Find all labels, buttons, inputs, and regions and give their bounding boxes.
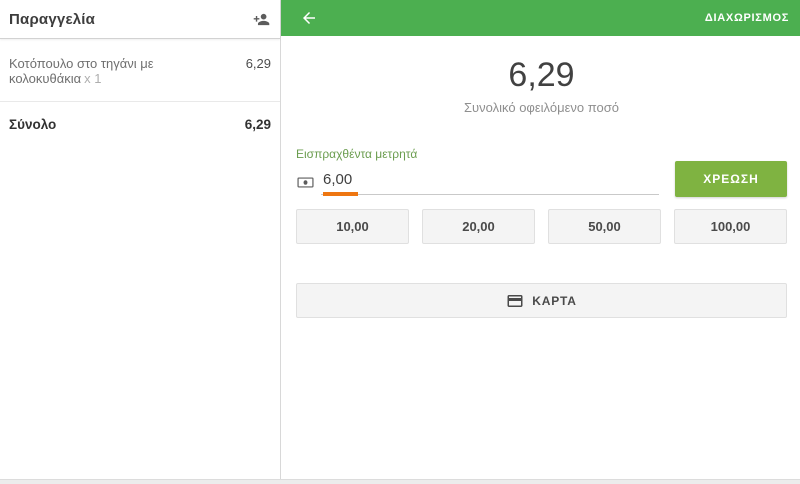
cash-input-value[interactable]: 6,00 [323, 171, 352, 188]
order-total-value: 6,29 [244, 117, 271, 132]
pos-app: Παραγγελία Κοτόπουλο στο τηγάνι με κολοκ… [0, 0, 800, 484]
card-button[interactable]: ΚΑΡΤΑ [296, 283, 787, 318]
quick-amount-button-100[interactable]: 100,00 [674, 209, 787, 244]
cash-input-underline: 6,00 [321, 163, 659, 196]
order-header: Παραγγελία [0, 0, 280, 39]
order-total-row: Σύνολο 6,29 [0, 102, 280, 147]
text-selection-bar [323, 192, 358, 196]
payment-appbar: ΔΙΑΧΩΡΙΣΜΟΣ [281, 0, 800, 36]
order-panel-title: Παραγγελία [9, 10, 96, 28]
charge-button[interactable]: ΧΡΕΩΣΗ [675, 161, 787, 197]
banknote-icon [296, 173, 315, 192]
amount-due-caption: Συνολικό οφειλόμενο ποσό [464, 100, 619, 115]
back-button[interactable] [300, 9, 318, 27]
quick-amounts-row: 10,00 20,00 50,00 100,00 [296, 209, 787, 244]
quick-amount-button-50[interactable]: 50,00 [548, 209, 661, 244]
order-item-title: Κοτόπουλο στο τηγάνι με κολοκυθάκια [9, 56, 154, 86]
cash-row: 6,00 ΧΡΕΩΣΗ [296, 161, 787, 197]
order-item-price: 6,29 [245, 56, 271, 71]
credit-card-icon [506, 292, 524, 310]
cash-received-field[interactable]: 6,00 [296, 163, 659, 196]
split-button[interactable]: ΔΙΑΧΩΡΙΣΜΟΣ [705, 12, 789, 24]
order-total-label: Σύνολο [9, 117, 57, 132]
quick-amount-button-20[interactable]: 20,00 [422, 209, 535, 244]
card-button-label: ΚΑΡΤΑ [532, 293, 577, 308]
person-add-icon [253, 11, 270, 28]
bottom-edge-strip [0, 479, 800, 484]
order-panel: Παραγγελία Κοτόπουλο στο τηγάνι με κολοκ… [0, 0, 281, 484]
order-item-row[interactable]: Κοτόπουλο στο τηγάνι με κολοκυθάκια x 1 6… [0, 39, 280, 102]
add-customer-button[interactable] [251, 9, 272, 30]
arrow-back-icon [300, 9, 318, 27]
order-item-qty: x 1 [84, 71, 102, 86]
payment-content: 6,29 Συνολικό οφειλόμενο ποσό Εισπραχθέν… [281, 36, 800, 484]
amount-due: 6,29 [508, 56, 575, 94]
payment-panel: ΔΙΑΧΩΡΙΣΜΟΣ 6,29 Συνολικό οφειλόμενο ποσ… [281, 0, 800, 484]
order-item-name: Κοτόπουλο στο τηγάνι με κολοκυθάκια x 1 [9, 56, 236, 86]
quick-amount-button-10[interactable]: 10,00 [296, 209, 409, 244]
cash-received-label: Εισπραχθέντα μετρητά [296, 147, 418, 161]
